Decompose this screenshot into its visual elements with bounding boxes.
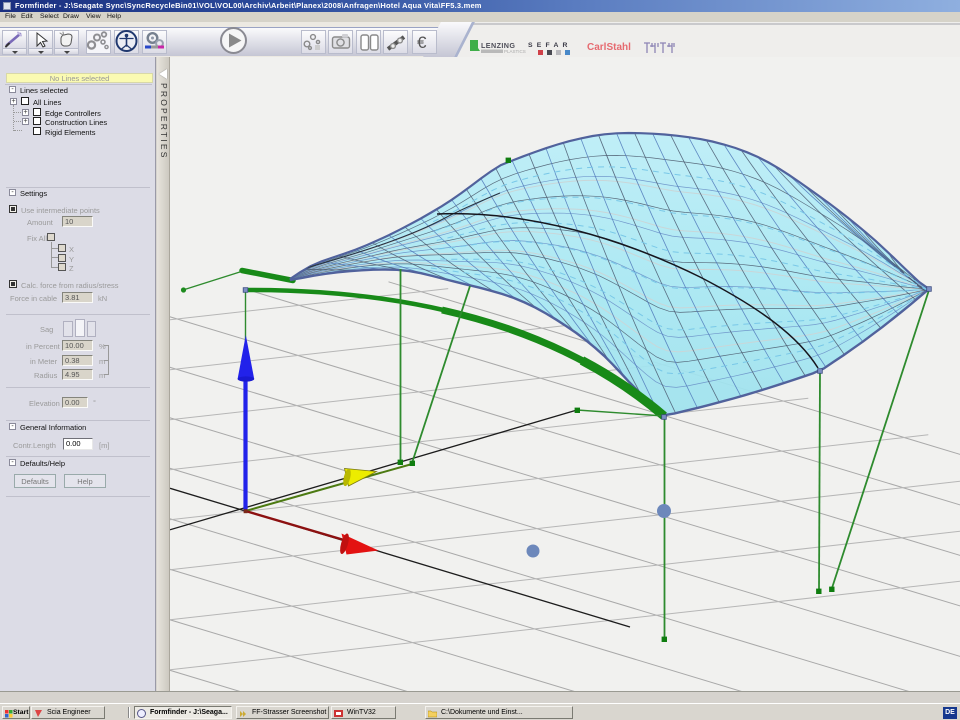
svg-text:€: €	[417, 33, 427, 52]
svg-text:SEFAR: SEFAR	[528, 42, 572, 49]
svg-text:CarlStahl: CarlStahl	[587, 42, 631, 53]
svg-text:PLASTICS: PLASTICS	[504, 49, 526, 54]
